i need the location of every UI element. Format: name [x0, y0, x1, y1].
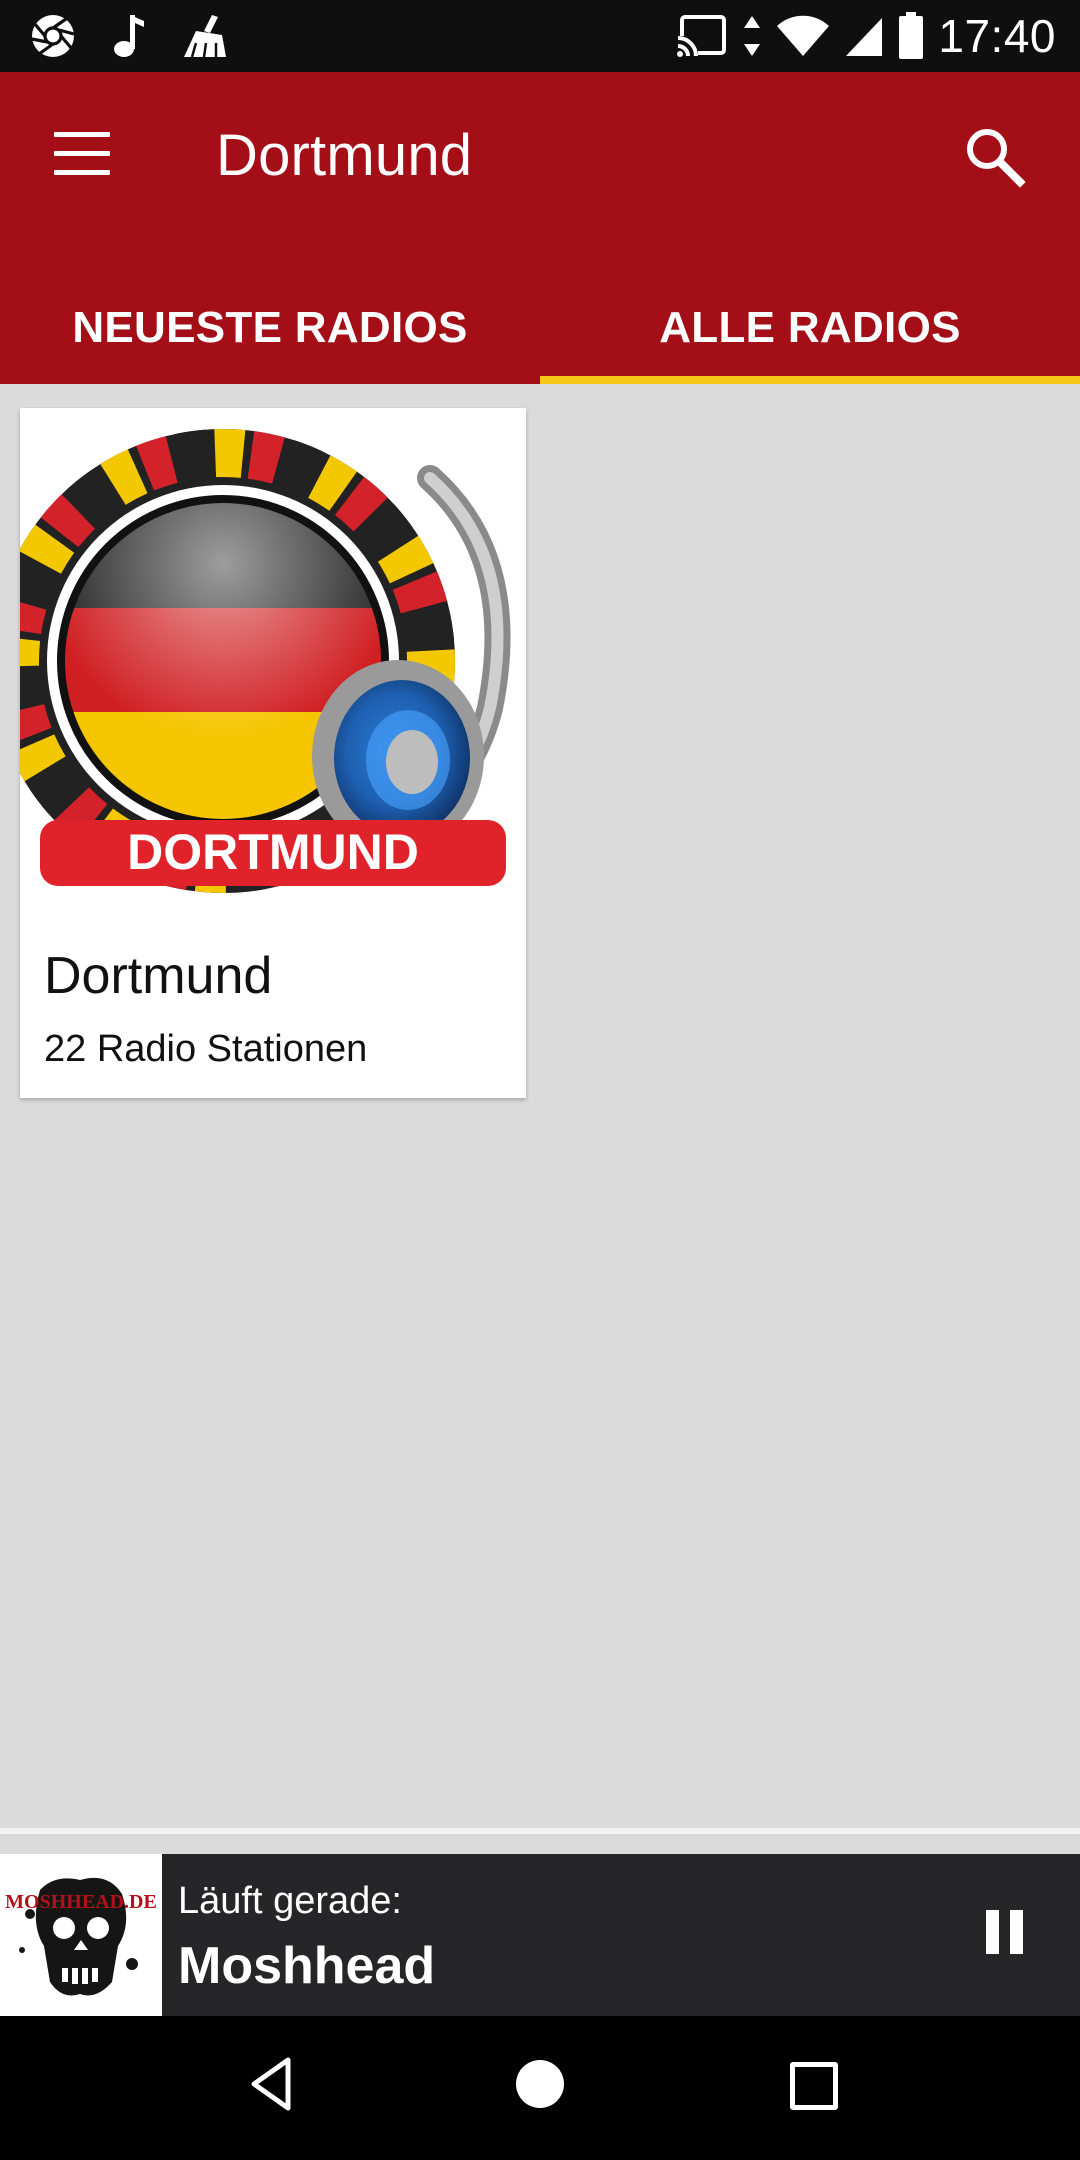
station-thumbnail: MOSHHEAD.DE: [0, 1854, 162, 2016]
thumb-text: MOSHHEAD.DE: [5, 1891, 157, 1913]
data-arrows-icon: [744, 16, 761, 56]
cast-icon: [676, 15, 727, 58]
tab-label: ALLE RADIOS: [659, 303, 961, 352]
logo-label: DORTMUND: [127, 824, 419, 880]
back-icon[interactable]: [246, 2054, 296, 2114]
system-nav-bar: [0, 2016, 1080, 2160]
tab-bar: NEUESTE RADIOS ALLE RADIOS: [0, 272, 1080, 384]
now-playing-bar[interactable]: MOSHHEAD.DE Läuft gerade: Moshhead: [0, 1854, 1080, 2016]
page-title: Dortmund: [216, 123, 473, 188]
germany-radio-logo-icon: DORTMUND: [20, 429, 511, 893]
card-subtitle: 22 Radio Stationen: [44, 1028, 368, 1070]
clock: 17:40: [938, 10, 1056, 62]
cell-signal-icon: [846, 18, 883, 56]
home-icon[interactable]: [516, 2060, 564, 2108]
card-title: Dortmund: [44, 947, 273, 1005]
tab-neueste-radios[interactable]: NEUESTE RADIOS: [0, 272, 540, 384]
music-note-icon: [114, 15, 144, 57]
app-bar: Dortmund NEUESTE RADIOS ALLE RADIOS: [0, 72, 1080, 384]
tab-label: NEUESTE RADIOS: [72, 303, 468, 352]
aperture-icon: [31, 15, 75, 57]
pause-icon[interactable]: [986, 1910, 1030, 1960]
tab-alle-radios[interactable]: ALLE RADIOS: [540, 272, 1080, 384]
moshhead-logo-icon: MOSHHEAD.DE: [0, 1854, 162, 2016]
player-divider: [0, 1828, 1080, 1834]
wifi-icon: [777, 15, 830, 56]
battery-icon: [899, 12, 924, 59]
recent-apps-icon[interactable]: [790, 2062, 838, 2110]
hamburger-menu-icon[interactable]: [50, 130, 116, 178]
now-playing-label: Läuft gerade:: [178, 1880, 402, 1922]
status-bar: 17:40: [0, 0, 1080, 72]
city-card[interactable]: DORTMUND Dortmund 22 Radio Stationen: [20, 408, 526, 1098]
tab-selected-indicator: [540, 376, 1080, 384]
broom-icon: [184, 15, 226, 58]
now-playing-station: Moshhead: [178, 1937, 436, 1995]
search-icon[interactable]: [960, 122, 1030, 192]
